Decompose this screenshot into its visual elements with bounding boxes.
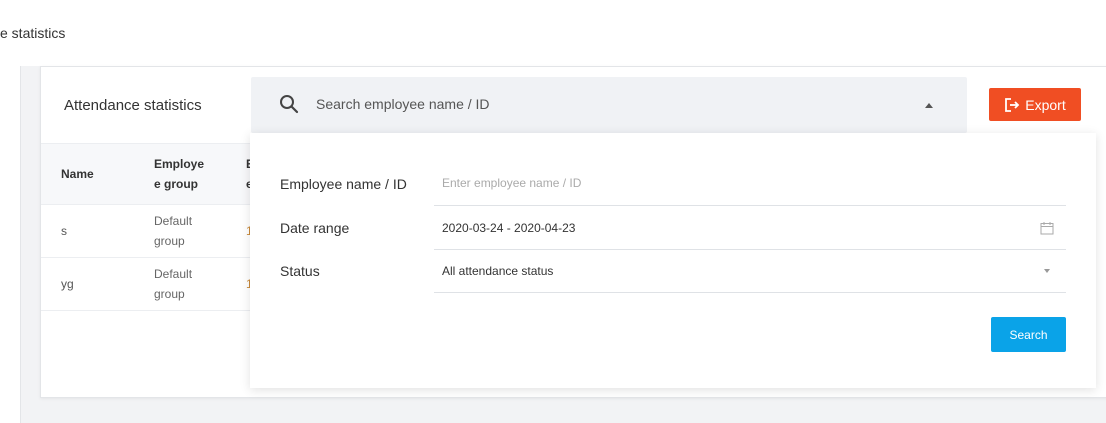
row-group: Default group <box>154 211 214 251</box>
status-select[interactable]: All attendance status <box>434 249 1066 293</box>
table-header: Name Employe e group E e <box>41 143 254 205</box>
export-icon <box>1005 97 1020 112</box>
export-button[interactable]: Export <box>989 88 1081 121</box>
row-group-line2: group <box>154 287 185 301</box>
export-label: Export <box>1025 96 1066 113</box>
search-placeholder: Search employee name / ID <box>316 96 490 112</box>
card-title: Attendance statistics <box>64 97 202 114</box>
employee-row: Employee name / ID <box>250 162 1096 206</box>
search-trigger[interactable]: Search employee name / ID <box>251 77 967 133</box>
table-row[interactable]: s Default group 1 <box>41 205 253 258</box>
status-label: Status <box>280 263 320 279</box>
header-group-line1: Employe <box>154 157 205 171</box>
row-name: yg <box>61 277 74 291</box>
status-row: Status All attendance status <box>250 249 1096 293</box>
date-range-field[interactable]: 2020-03-24 - 2020-04-23 <box>434 206 1066 250</box>
row-group-line1: Default <box>154 214 193 228</box>
search-icon <box>280 95 299 114</box>
filter-dropdown: Employee name / ID Date range 2020-03-24… <box>250 133 1096 388</box>
caret-up-icon[interactable] <box>925 103 933 108</box>
breadcrumb: e statistics <box>0 25 66 41</box>
row-name: s <box>61 224 67 238</box>
date-label: Date range <box>280 220 350 236</box>
header-name: Name <box>61 167 94 181</box>
row-group-line1: Default <box>154 267 193 281</box>
chevron-down-icon[interactable] <box>1044 269 1050 273</box>
header-group-line2: e group <box>154 177 198 191</box>
search-button[interactable]: Search <box>991 317 1066 352</box>
employee-label: Employee name / ID <box>280 176 407 192</box>
attendance-table: Name Employe e group E e s Default group… <box>41 143 254 311</box>
status-value: All attendance status <box>442 264 554 278</box>
employee-field-wrap <box>434 162 1066 206</box>
row-group-line2: group <box>154 234 185 248</box>
header-group: Employe e group <box>154 154 214 194</box>
date-row: Date range 2020-03-24 - 2020-04-23 <box>250 206 1096 250</box>
table-row[interactable]: yg Default group 1 <box>41 258 253 311</box>
top-bar: e statistics <box>0 0 1106 66</box>
row-group: Default group <box>154 264 214 304</box>
left-panel <box>0 66 21 423</box>
date-range-value: 2020-03-24 - 2020-04-23 <box>442 221 576 235</box>
calendar-icon[interactable] <box>1040 221 1054 235</box>
employee-input[interactable] <box>434 162 1002 204</box>
